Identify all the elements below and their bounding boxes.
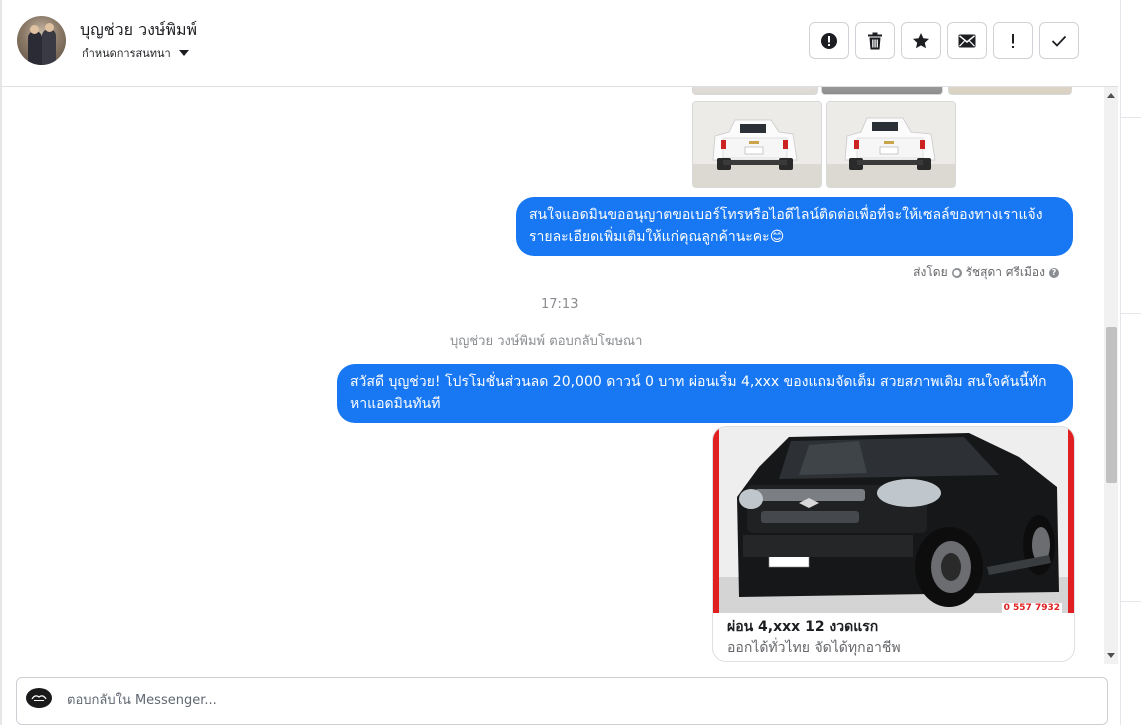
check-icon — [1051, 35, 1067, 47]
message-image[interactable] — [948, 87, 1072, 95]
conversation-schedule-dropdown[interactable]: กำหนดการสนทนา — [82, 44, 189, 62]
delete-button[interactable] — [855, 22, 895, 59]
mark-spam-button[interactable] — [809, 22, 849, 59]
reply-composer — [16, 677, 1108, 725]
contact-name[interactable]: บุญช่วย วงษ์พิมพ์ — [80, 18, 197, 43]
mark-done-button[interactable] — [1039, 22, 1079, 59]
message-thread[interactable]: สนใจแอดมินขออนุญาตขอเบอร์โทรหรือไอดีไลน์… — [2, 87, 1104, 664]
white-pickup-truck-image — [693, 102, 821, 187]
ad-card-image[interactable]: 0 557 7932 — [713, 427, 1074, 613]
trash-icon — [868, 32, 882, 49]
thread-scrollbar[interactable] — [1104, 87, 1118, 664]
help-icon[interactable]: ? — [1049, 267, 1059, 278]
page-logo-icon — [26, 688, 52, 708]
exclamation-icon — [1012, 33, 1014, 48]
ad-card-subtitle: ออกได้ทั่วไทย จัดได้ทุกอาชีพ — [727, 640, 901, 656]
gutter-divider — [1120, 313, 1141, 314]
mark-unread-button[interactable] — [947, 22, 987, 59]
message-bubble-outgoing[interactable]: สนใจแอดมินขออนุญาตขอเบอร์โทรหรือไอดีไลน์… — [516, 197, 1073, 256]
caret-down-icon — [178, 50, 189, 56]
message-image[interactable] — [821, 87, 943, 95]
message-bubble-outgoing[interactable]: สวัสดี บุญช่วย! โปรโมชั่นส่วนลด 20,000 ด… — [337, 364, 1073, 423]
white-pickup-truck-image — [827, 102, 955, 187]
right-gutter — [1120, 0, 1141, 725]
sent-by-name[interactable]: รัชสุดา ศรีเมือง — [966, 263, 1045, 282]
message-image-truck-rear[interactable] — [692, 101, 822, 188]
envelope-icon — [958, 34, 976, 47]
sent-by-info: ส่งโดย ● รัชสุดา ศรีเมือง ? — [913, 263, 1059, 282]
message-timestamp: 17:13 — [541, 297, 579, 312]
reply-input[interactable] — [65, 687, 969, 713]
gutter-divider — [1120, 601, 1141, 602]
star-icon — [913, 32, 929, 48]
conversation-toolbar — [809, 22, 1079, 59]
follow-up-button[interactable] — [993, 22, 1033, 59]
user-icon: ● — [951, 267, 962, 278]
scrollbar-thumb[interactable] — [1106, 327, 1117, 483]
star-button[interactable] — [901, 22, 941, 59]
conversation-header: บุญช่วย วงษ์พิมพ์ กำหนดการสนทนา — [2, 0, 1118, 87]
conversation-schedule-label: กำหนดการสนทนา — [82, 47, 171, 60]
avatar[interactable] — [17, 16, 66, 65]
alert-circle-icon — [821, 32, 837, 49]
gutter-divider — [1120, 117, 1141, 118]
ad-card-title[interactable]: ผ่อน 4,xxx 12 งวดแรก — [727, 616, 878, 638]
brand-logo-icon — [31, 695, 47, 701]
scroll-down-arrow-icon[interactable] — [1107, 653, 1115, 658]
scroll-up-arrow-icon[interactable] — [1107, 93, 1115, 98]
sent-by-label: ส่งโดย — [913, 265, 948, 279]
black-pickup-truck-image — [719, 427, 1068, 613]
message-image-truck-rear-angle[interactable] — [826, 101, 956, 188]
message-image[interactable] — [692, 87, 818, 95]
ad-card[interactable]: 0 557 7932 ผ่อน 4,xxx 12 งวดแรก ออกได้ทั… — [712, 426, 1075, 662]
ad-reply-note: บุญช่วย วงษ์พิมพ์ ตอบกลับโฆษณา — [450, 334, 643, 349]
ad-phone-overlay: 0 557 7932 — [1001, 603, 1062, 613]
